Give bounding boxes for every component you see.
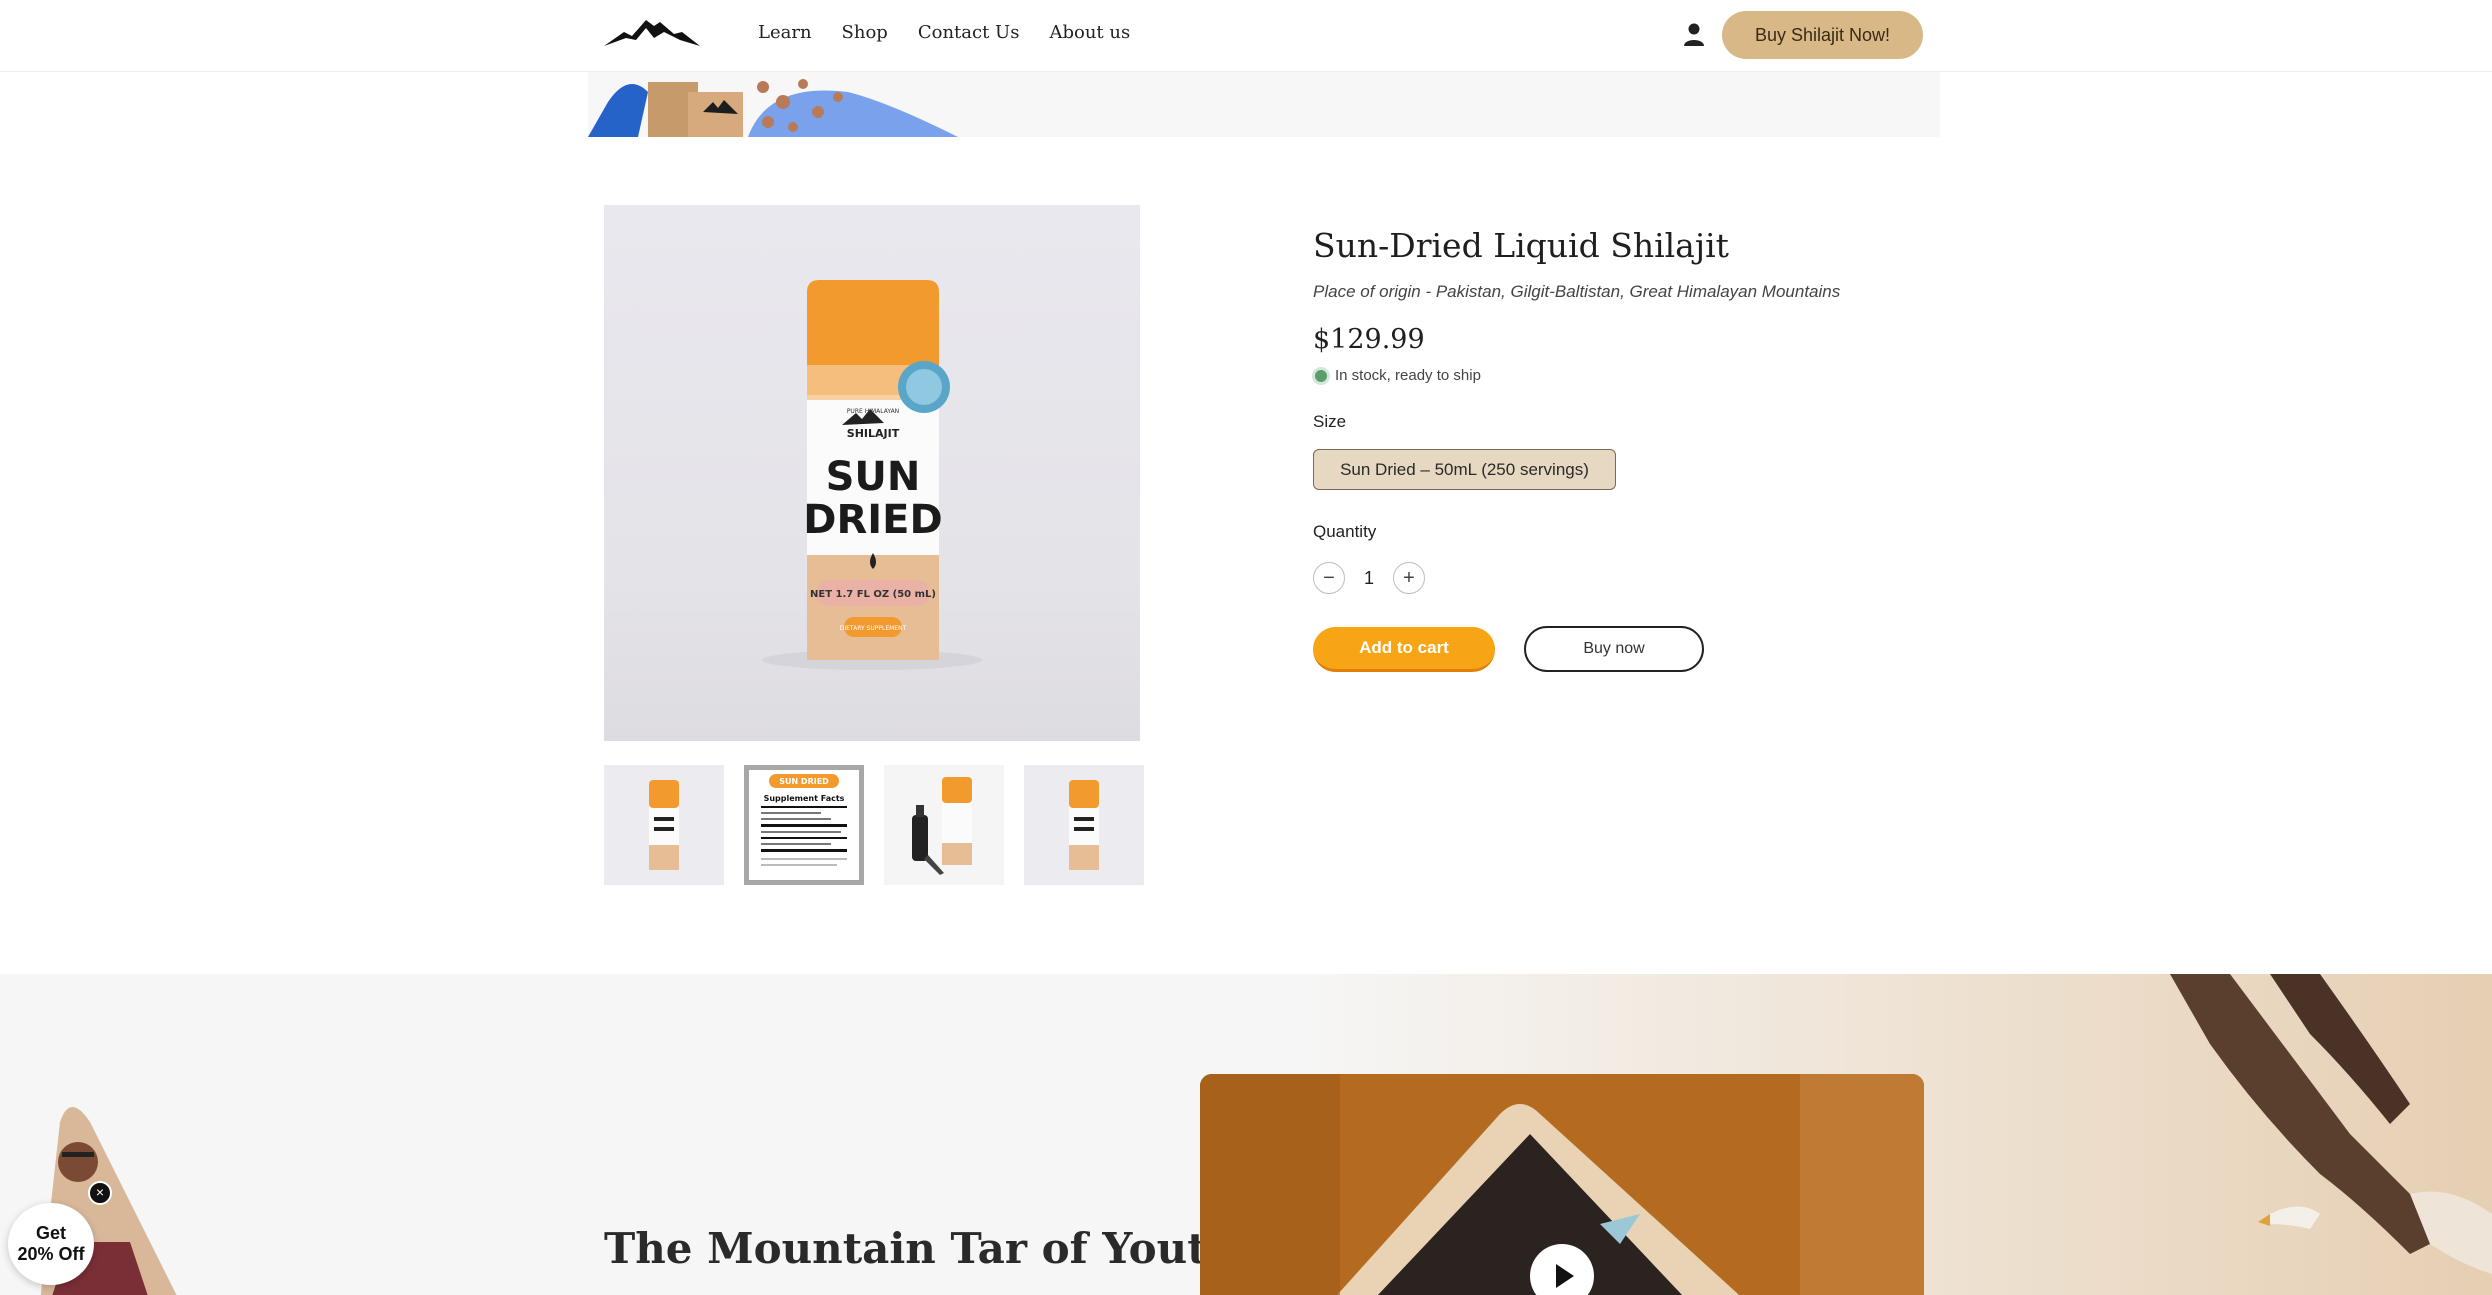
pack-name-1: SUN bbox=[826, 454, 921, 500]
banner-art bbox=[588, 79, 958, 137]
thumbnail-image bbox=[912, 777, 972, 875]
thumbnail-4[interactable] bbox=[1024, 765, 1144, 885]
size-label: Size bbox=[1313, 412, 1347, 431]
pack-brand: SHILAJIT bbox=[847, 427, 900, 440]
mountain-logo-icon[interactable] bbox=[602, 12, 702, 52]
user-icon[interactable] bbox=[1683, 22, 1705, 46]
video-player[interactable] bbox=[1200, 1074, 1924, 1295]
thumbnail-image bbox=[1069, 780, 1099, 870]
plus-icon[interactable]: + bbox=[1393, 562, 1425, 594]
pack-brand-top: PURE HIMALAYAN bbox=[847, 408, 899, 415]
thumbnail-1[interactable] bbox=[604, 765, 724, 885]
quantity-value[interactable]: 1 bbox=[1359, 568, 1379, 589]
nav-shop[interactable]: Shop bbox=[842, 22, 888, 43]
product-origin: Place of origin - Pakistan, Gilgit-Balti… bbox=[1313, 282, 1841, 301]
mountain-tar-section: The Mountain Tar of Youth bbox=[0, 974, 2492, 1295]
size-option-button[interactable]: Sun Dried – 50mL (250 servings) bbox=[1313, 449, 1616, 490]
eagle-illustration bbox=[2170, 974, 2492, 1274]
thumbnail-image bbox=[649, 780, 679, 870]
stock-dot-icon bbox=[1315, 369, 1327, 382]
nav-about-us[interactable]: About us bbox=[1049, 22, 1130, 43]
nav-contact-us[interactable]: Contact Us bbox=[918, 22, 1020, 43]
product-main-image[interactable]: PURE HIMALAYAN SHILAJIT SUN DRIED NET 1.… bbox=[604, 205, 1140, 741]
nav-learn[interactable]: Learn bbox=[758, 22, 812, 43]
product-tube-image: PURE HIMALAYAN SHILAJIT SUN DRIED NET 1.… bbox=[762, 280, 982, 670]
pack-name-2: DRIED bbox=[803, 497, 942, 543]
discount-line-2: 20% Off bbox=[17, 1244, 85, 1264]
thumbnail-list: SUN DRIED Supplement Facts bbox=[604, 765, 1144, 885]
add-to-cart-button[interactable]: Add to cart bbox=[1313, 627, 1495, 672]
section-title: The Mountain Tar of Youth bbox=[604, 1224, 1238, 1273]
site-header: Learn Shop Contact Us About us Buy Shila… bbox=[0, 0, 2492, 72]
thumbnail-2[interactable]: SUN DRIED Supplement Facts bbox=[744, 765, 864, 885]
thumb-label-facts: Supplement Facts bbox=[764, 794, 845, 803]
stock-text: In stock, ready to ship bbox=[1335, 367, 1481, 384]
close-icon[interactable]: × bbox=[88, 1181, 112, 1205]
discount-popup[interactable]: Get 20% Off bbox=[8, 1203, 94, 1285]
buy-shilajit-now-button[interactable]: Buy Shilajit Now! bbox=[1722, 11, 1923, 59]
buy-now-button[interactable]: Buy now bbox=[1524, 626, 1704, 672]
pack-supplement: DIETARY SUPPLEMENT bbox=[840, 625, 907, 632]
quantity-label: Quantity bbox=[1313, 522, 1377, 541]
quantity-stepper: − 1 + bbox=[1313, 562, 1425, 594]
discount-line-1: Get bbox=[35, 1223, 66, 1243]
top-banner-illustration bbox=[588, 72, 1940, 137]
minus-icon[interactable]: − bbox=[1313, 562, 1345, 594]
pack-volume: NET 1.7 FL OZ (50 mL) bbox=[810, 589, 936, 600]
thumbnail-3[interactable] bbox=[884, 765, 1004, 885]
stock-status: In stock, ready to ship bbox=[1313, 367, 1481, 384]
supplement-facts-thumbnail: SUN DRIED Supplement Facts bbox=[761, 774, 847, 866]
thumb-label-title: SUN DRIED bbox=[779, 777, 829, 786]
play-button[interactable] bbox=[1530, 1244, 1594, 1295]
main-nav: Learn Shop Contact Us About us bbox=[758, 22, 1130, 43]
product-price: $129.99 bbox=[1313, 324, 1425, 355]
play-icon bbox=[1556, 1264, 1574, 1288]
product-title: Sun-Dried Liquid Shilajit bbox=[1313, 226, 1729, 265]
